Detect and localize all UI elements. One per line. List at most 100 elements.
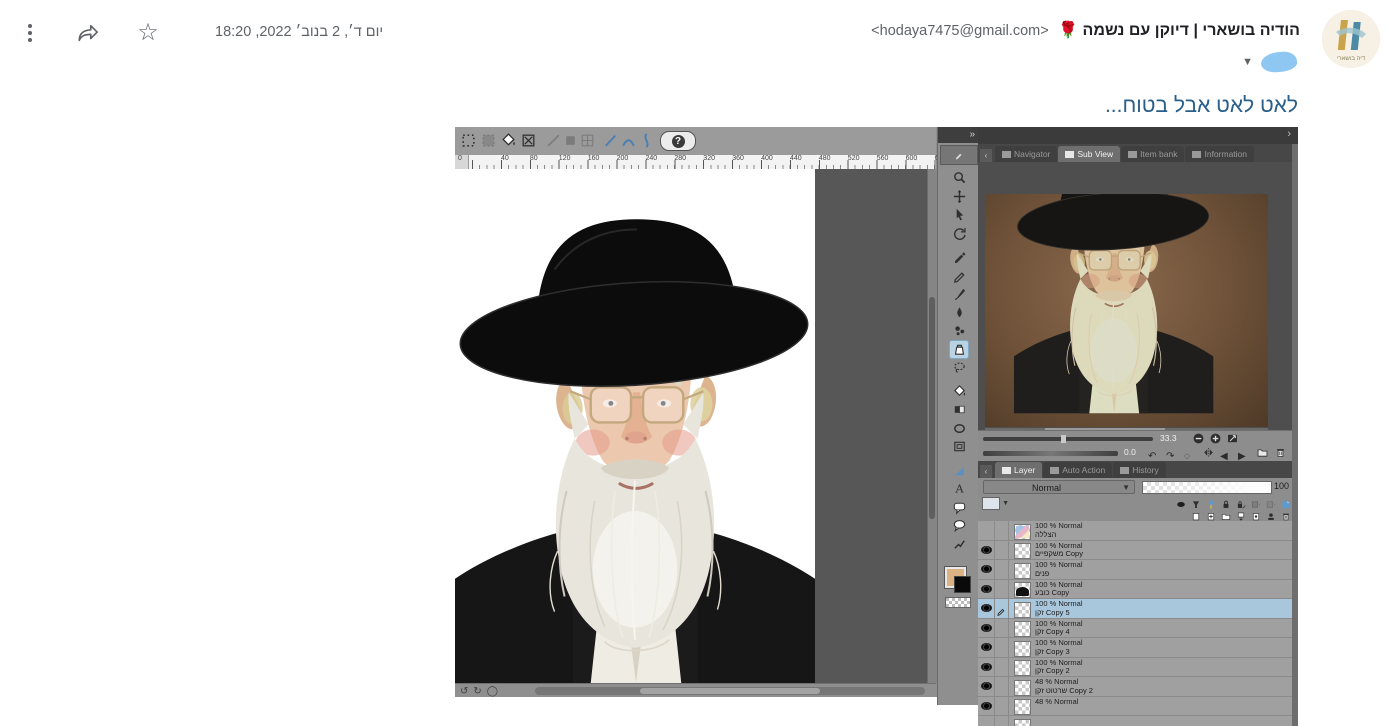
layer-thumbnail[interactable] (1014, 582, 1031, 598)
collapse-tabs-icon[interactable]: ‹ (980, 149, 992, 162)
transfer-down-icon[interactable] (1235, 509, 1247, 521)
layer-row[interactable]: 100 % Normal זקן Copy 2 (978, 657, 1292, 677)
tool-frame[interactable] (950, 438, 968, 455)
tool-brush[interactable] (950, 285, 968, 302)
new-folder-icon[interactable] (1220, 509, 1232, 520)
layer-row[interactable]: 100 % Normal הצללה (978, 521, 1292, 541)
lock-pen-icon[interactable] (1235, 497, 1247, 509)
blue-corner-icon[interactable] (1280, 497, 1292, 508)
dropdown-pair2-icon[interactable] (1265, 497, 1277, 508)
zoom-in-circle-icon[interactable] (1209, 432, 1222, 445)
layer-row[interactable] (978, 716, 1292, 726)
redo-rotate-icon[interactable]: ↷ (1166, 446, 1179, 462)
transparent-color-swatch[interactable] (945, 597, 971, 608)
layer-thumbnail[interactable] (1014, 601, 1031, 618)
layer-row[interactable]: 100 % Normal פנים (978, 560, 1292, 580)
prev-arrow-icon[interactable]: ◀ (1220, 446, 1233, 462)
expand-icon[interactable]: » (969, 129, 975, 140)
layer-thumbnail[interactable] (1014, 562, 1031, 579)
layer-thumbnail[interactable] (1014, 660, 1031, 676)
tool-balloon[interactable] (950, 499, 968, 516)
forward-button[interactable] (68, 13, 108, 53)
stamp-icon[interactable] (1265, 509, 1277, 520)
layer-visibility-toggle[interactable] (978, 657, 995, 676)
layer-thumbnail[interactable] (1014, 718, 1031, 726)
tool-text[interactable]: A (950, 480, 968, 497)
tab-navigator[interactable]: Navigator (995, 146, 1058, 162)
tab-layer[interactable]: Layer (995, 462, 1043, 478)
ruler-special-icon[interactable] (638, 132, 655, 149)
reset-view-icon[interactable]: ◯ (487, 686, 498, 697)
tool-decoration[interactable] (950, 322, 968, 339)
tool-lasso[interactable] (950, 359, 968, 376)
zoom-slider[interactable] (983, 435, 1153, 443)
undo-rotate-icon[interactable]: ↶ (1148, 446, 1161, 462)
layer-row[interactable]: 100 % Normal משקפיים Copy (978, 540, 1292, 560)
layer-visibility-toggle[interactable] (978, 696, 995, 715)
dropdown-pair-icon[interactable] (1250, 497, 1262, 508)
grid-icon[interactable] (579, 132, 596, 149)
collapse-tabs-icon[interactable]: ‹ (980, 465, 992, 478)
layer-visibility-toggle[interactable] (978, 579, 995, 598)
ruler-curve-icon[interactable] (620, 132, 637, 149)
layer-visibility-toggle[interactable] (978, 638, 995, 657)
layer-row[interactable]: 100 % Normal זקן Copy 3 (978, 638, 1292, 658)
tool-blend[interactable] (950, 340, 968, 358)
help-button[interactable]: ? (660, 131, 696, 151)
lock-icon[interactable] (1220, 497, 1232, 508)
fill-bucket-icon[interactable] (500, 132, 517, 149)
rotation-slider[interactable] (983, 451, 1118, 456)
tool-correct[interactable] (950, 536, 968, 553)
layer-visibility-toggle[interactable] (978, 599, 995, 618)
layer-thumbnail[interactable] (1014, 679, 1031, 696)
transform-icon[interactable] (520, 132, 537, 149)
tool-move[interactable] (950, 188, 968, 205)
panel-scrollbar[interactable] (1292, 144, 1298, 726)
oval-icon[interactable] (1175, 497, 1187, 508)
pin-icon[interactable] (1205, 497, 1217, 509)
layer-thumbnail[interactable] (1014, 543, 1031, 559)
show-details-caret-icon[interactable]: ▼ (1242, 56, 1253, 68)
flip-icon[interactable] (1202, 446, 1215, 459)
rotate-left-icon[interactable]: ↺ (460, 686, 468, 697)
trash-icon[interactable] (1280, 509, 1292, 521)
trash-icon[interactable] (1274, 446, 1287, 459)
tool-bubble[interactable] (950, 517, 968, 534)
tool-operation[interactable] (950, 206, 968, 223)
layer-thumbnail[interactable] (1014, 621, 1031, 637)
new-page-icon[interactable] (1190, 509, 1202, 521)
reset-circle-icon[interactable]: ◌ (1184, 446, 1197, 462)
tab-item-bank[interactable]: Item bank (1121, 146, 1185, 162)
tool-figure[interactable] (950, 420, 968, 437)
layer-row[interactable]: 48 % Normal שרטוט זקן Copy 2 (978, 677, 1292, 697)
line-icon[interactable] (545, 132, 562, 149)
star-button[interactable]: ☆ (128, 13, 168, 53)
subview-reference-image[interactable] (985, 194, 1268, 427)
tool-zoom[interactable] (950, 169, 968, 186)
tool-pencil[interactable] (950, 267, 968, 284)
background-color-swatch[interactable] (954, 576, 971, 593)
zoom-out-circle-icon[interactable] (1192, 432, 1205, 445)
shape-icon[interactable] (562, 132, 579, 149)
slider-thumb[interactable] (1061, 435, 1066, 443)
sender-avatar[interactable]: דיה בושארי (1322, 10, 1380, 68)
document-canvas[interactable] (455, 169, 815, 683)
layer-visibility-toggle[interactable] (978, 540, 995, 559)
tool-rotate[interactable] (950, 225, 968, 242)
canvas-horizontal-scrollbar[interactable] (535, 687, 925, 695)
scrollbar-thumb[interactable] (929, 297, 935, 519)
open-folder-icon[interactable] (1256, 446, 1269, 459)
tool-fill-bucket[interactable] (950, 383, 968, 400)
blend-mode-dropdown[interactable]: Normal ▼ (983, 480, 1135, 494)
dot-page-icon[interactable] (1250, 509, 1262, 521)
layer-thumbnail[interactable] (1014, 640, 1031, 657)
layer-visibility-toggle[interactable] (978, 560, 995, 579)
sender-name[interactable]: הודיה בושארי | דיוקן עם נשמה 🌹 (1058, 22, 1300, 39)
canvas-viewport[interactable] (455, 169, 937, 683)
funnel-icon[interactable] (1190, 497, 1202, 508)
tool-pen[interactable] (950, 248, 968, 265)
embedded-screenshot-paint-app[interactable]: ? 0 40 80 120 160 200 240 280 320 360 400 440 480 52… (455, 127, 1298, 726)
layer-thumbnail[interactable] (1014, 699, 1031, 715)
scrollbar-thumb[interactable] (640, 688, 820, 694)
collapse-panel-icon[interactable]: › (1287, 128, 1291, 140)
